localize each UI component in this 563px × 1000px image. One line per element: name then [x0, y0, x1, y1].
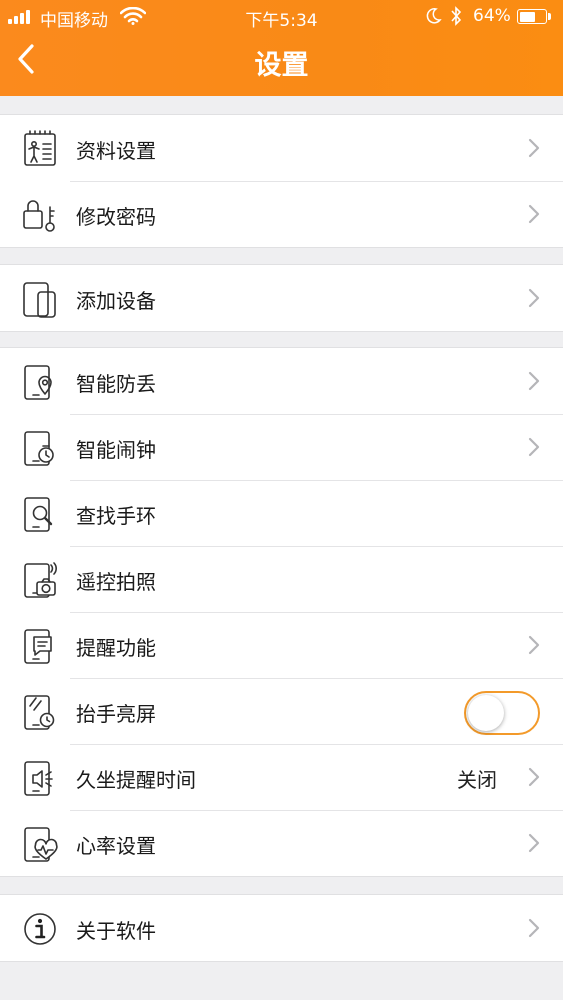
- settings-row-label: 关于软件: [76, 919, 156, 943]
- status-bar: 中国移动 下午5:34 64%: [0, 0, 563, 32]
- settings-row-label: 抬手亮屏: [76, 702, 156, 726]
- chevron-right-icon: [528, 833, 540, 853]
- chevron-right-icon: [528, 635, 540, 655]
- nav-bar: 中国移动 下午5:34 64% 设置: [0, 0, 563, 96]
- settings-row-label: 查找手环: [76, 504, 156, 528]
- settings-row[interactable]: 智能防丢: [0, 348, 563, 414]
- settings-row-value: 关闭: [457, 768, 497, 792]
- settings-row[interactable]: 查找手环: [0, 480, 563, 546]
- profile-card-icon: [24, 130, 56, 166]
- settings-row-label: 遥控拍照: [76, 570, 156, 594]
- settings-row-label: 添加设备: [76, 289, 156, 313]
- raise-wake-icon: [24, 695, 55, 730]
- chevron-right-icon: [528, 767, 540, 787]
- settings-row[interactable]: 修改密码: [0, 181, 563, 247]
- settings-group: 添加设备: [0, 264, 563, 332]
- settings-row-label: 久坐提醒时间: [76, 768, 196, 792]
- settings-row-label: 智能防丢: [76, 372, 156, 396]
- settings-row[interactable]: 心率设置: [0, 810, 563, 876]
- raise-to-wake-toggle[interactable]: [464, 691, 540, 735]
- settings-group: 智能防丢智能闹钟查找手环遥控拍照提醒功能抬手亮屏久坐提醒时间 关闭心率设置: [0, 347, 563, 877]
- settings-row-label: 修改密码: [76, 205, 156, 229]
- find-band-icon: [24, 497, 53, 532]
- chevron-right-icon: [528, 918, 540, 938]
- settings-group: 关于软件: [0, 894, 563, 962]
- settings-group: 资料设置 修改密码: [0, 114, 563, 248]
- settings-row[interactable]: 智能闹钟: [0, 414, 563, 480]
- settings-row-label: 资料设置: [76, 139, 156, 163]
- devices-icon: [23, 282, 56, 318]
- lock-key-icon: [23, 200, 55, 232]
- info-icon: [24, 913, 56, 945]
- chevron-right-icon: [528, 138, 540, 158]
- settings-row-label: 智能闹钟: [76, 438, 156, 462]
- sedentary-icon: [24, 761, 53, 796]
- chevron-right-icon: [528, 204, 540, 224]
- settings-row[interactable]: 提醒功能: [0, 612, 563, 678]
- moon-icon: [426, 8, 442, 24]
- settings-row-label: 心率设置: [76, 834, 156, 858]
- chevron-right-icon: [528, 288, 540, 308]
- chevron-right-icon: [528, 371, 540, 391]
- battery-icon: [517, 9, 547, 24]
- anti-lost-icon: [24, 365, 52, 400]
- heart-rate-icon: [24, 827, 58, 862]
- alarm-clock-icon: [24, 431, 54, 466]
- bluetooth-icon: [451, 6, 462, 26]
- remote-camera-icon: [24, 562, 57, 598]
- settings-row-label: 提醒功能: [76, 636, 156, 660]
- page-title: 设置: [254, 50, 309, 81]
- settings-row[interactable]: 添加设备: [0, 265, 563, 331]
- reminder-icon: [24, 629, 52, 664]
- chevron-right-icon: [528, 437, 540, 457]
- battery-percent: 64%: [473, 6, 511, 26]
- settings-row[interactable]: 遥控拍照: [0, 546, 563, 612]
- settings-row[interactable]: 抬手亮屏: [0, 678, 563, 744]
- settings-row[interactable]: 关于软件: [0, 895, 563, 961]
- settings-row[interactable]: 久坐提醒时间 关闭: [0, 744, 563, 810]
- settings-row[interactable]: 资料设置: [0, 115, 563, 181]
